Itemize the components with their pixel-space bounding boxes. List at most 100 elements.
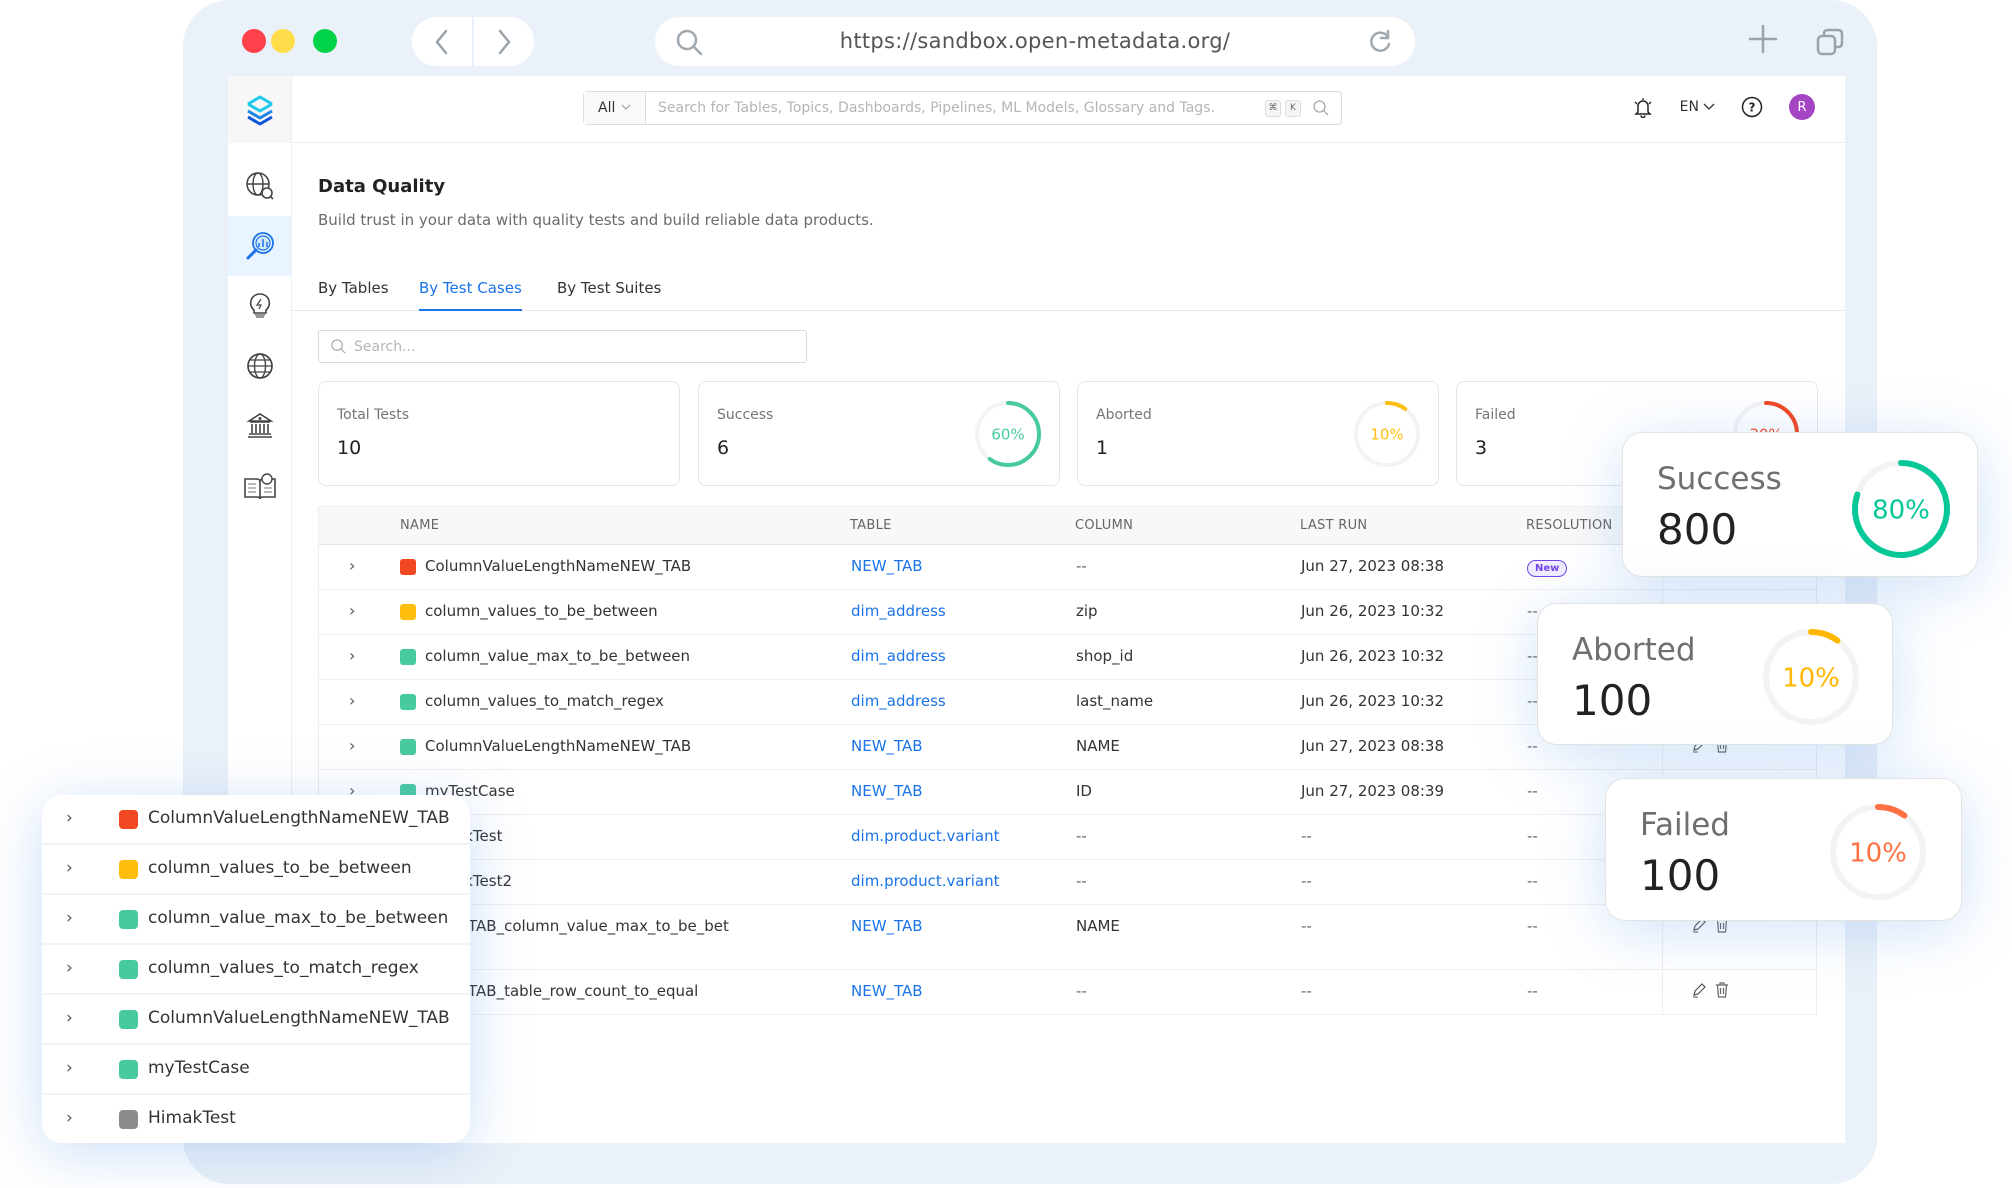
plus-icon[interactable]	[1748, 24, 1778, 54]
search-icon[interactable]	[1313, 100, 1329, 116]
expand-row-icon[interactable]: ›	[66, 908, 73, 928]
browser-nav	[412, 17, 534, 66]
table-row[interactable]: ›NEW_TAB_table_row_count_to_equalNEW_TAB…	[318, 970, 1817, 1015]
test-case-name[interactable]: ColumnValueLengthNameNEW_TAB	[425, 557, 691, 575]
table-link[interactable]: NEW_TAB	[851, 782, 923, 800]
global-search: All Search for Tables, Topics, Dashboard…	[583, 91, 1342, 125]
list-item[interactable]: › column_values_to_match_regex	[42, 945, 470, 995]
test-case-name: column_values_to_match_regex	[148, 958, 419, 978]
list-item[interactable]: › ColumnValueLengthNameNEW_TAB	[42, 795, 470, 845]
list-item[interactable]: › column_values_to_be_between	[42, 845, 470, 895]
back-button[interactable]	[412, 17, 474, 66]
shortcut-key-cmd: ⌘	[1265, 99, 1281, 117]
sidebar-item-glossary[interactable]	[228, 456, 291, 516]
table-link[interactable]: NEW_TAB	[851, 982, 923, 1000]
table-link[interactable]: dim_address	[851, 647, 946, 665]
table-link[interactable]: dim_address	[851, 692, 946, 710]
sidebar-item-governance[interactable]	[228, 396, 291, 456]
floating-progress-ring-success: 80%	[1852, 460, 1950, 558]
expand-row-icon[interactable]: ›	[349, 556, 355, 575]
table-link[interactable]: NEW_TAB	[851, 737, 923, 755]
list-item[interactable]: › ColumnValueLengthNameNEW_TAB	[42, 995, 470, 1045]
expand-row-icon[interactable]: ›	[66, 808, 73, 828]
test-case-name-text: ColumnValueLengthNameNEW_TAB	[425, 737, 692, 755]
tabs-overview-icon[interactable]	[1815, 27, 1845, 57]
test-case-name[interactable]: NEW_TAB_column_value_max_to_be_bet_t1r0	[425, 917, 729, 961]
expand-row-icon[interactable]: ›	[349, 736, 355, 755]
reload-icon[interactable]	[1367, 29, 1393, 55]
edit-icon[interactable]	[1691, 982, 1707, 998]
table-link[interactable]: NEW_TAB	[851, 557, 923, 575]
sidebar-item-domains[interactable]	[228, 336, 291, 396]
help-icon[interactable]: ?	[1741, 96, 1763, 118]
floating-card-label: Aborted	[1572, 632, 1696, 668]
test-case-name: ColumnValueLengthNameNEW_TAB	[148, 1008, 450, 1028]
list-item[interactable]: › myTestCase	[42, 1045, 470, 1095]
list-item[interactable]: › HimakTest	[42, 1095, 470, 1143]
expand-row-icon[interactable]: ›	[66, 958, 73, 978]
maximize-window-button[interactable]	[313, 29, 337, 53]
status-badge[interactable]: New	[1527, 560, 1568, 577]
header-actions: EN ? R	[1632, 94, 1815, 120]
list-item[interactable]: › column_value_max_to_be_between	[42, 895, 470, 945]
column-divider	[1662, 970, 1663, 1014]
tab-by-test-suites[interactable]: By Test Suites	[557, 279, 661, 309]
table-row[interactable]: › myTestCase NEW_TAB ID Jun 27, 2023 08:39 --	[318, 770, 1817, 815]
last-run-cell: Jun 26, 2023 10:32	[1301, 647, 1444, 665]
tab-by-tables[interactable]: By Tables	[318, 279, 389, 309]
table-link[interactable]: dim_address	[851, 602, 946, 620]
sidebar-item-explore[interactable]	[228, 156, 291, 216]
table-row[interactable]: › ColumnValueLengthNameNEW_TAB NEW_TAB -- Ju…	[318, 545, 1817, 590]
test-case-name: HimakTest	[148, 1108, 236, 1128]
app-logo[interactable]	[228, 76, 291, 143]
close-window-button[interactable]	[242, 29, 266, 53]
table-row[interactable]: ›NEW_TAB_column_value_max_to_be_bet_t1r0…	[318, 905, 1817, 970]
forward-button[interactable]	[474, 17, 534, 66]
search-scope-dropdown[interactable]: All	[584, 92, 646, 124]
table-link[interactable]: NEW_TAB	[851, 917, 923, 935]
column-header-table[interactable]: TABLE	[850, 518, 892, 533]
column-header-resolution[interactable]: RESOLUTION	[1526, 518, 1613, 533]
test-case-name[interactable]: column_value_max_to_be_between	[425, 647, 690, 665]
table-row[interactable]: ›HimakTest2dim.product.variant------	[318, 860, 1817, 905]
progress-ring-label: 80%	[1872, 495, 1930, 525]
stat-card-aborted: Aborted 1 10%	[1077, 381, 1439, 486]
expand-row-icon[interactable]: ›	[349, 601, 355, 620]
status-indicator-aborted	[400, 604, 416, 620]
table-header: NAME TABLE COLUMN LAST RUN RESOLUTION	[318, 506, 1817, 545]
expand-row-icon[interactable]: ›	[349, 691, 355, 710]
bell-icon[interactable]	[1632, 96, 1654, 118]
chevron-right-icon	[498, 29, 511, 54]
quality-magnifier-icon	[246, 232, 274, 260]
test-case-search-input[interactable]: Search...	[318, 330, 807, 363]
resolution-cell: --	[1527, 782, 1538, 800]
global-search-input[interactable]: Search for Tables, Topics, Dashboards, P…	[646, 100, 1265, 116]
user-avatar[interactable]: R	[1789, 94, 1815, 120]
last-run-cell: Jun 27, 2023 08:38	[1301, 737, 1444, 755]
table-link[interactable]: dim.product.variant	[851, 827, 1000, 845]
table-link[interactable]: dim.product.variant	[851, 872, 1000, 890]
floating-card-label: Failed	[1640, 807, 1730, 843]
stat-label: Success	[717, 407, 774, 423]
test-case-name[interactable]: column_values_to_match_regex	[425, 692, 664, 710]
stat-value: 1	[1096, 437, 1109, 459]
expand-row-icon[interactable]: ›	[349, 646, 355, 665]
test-case-name[interactable]: ColumnValueLengthNameNEW_TAB	[425, 737, 691, 755]
shortcut-key-k: K	[1285, 99, 1301, 117]
expand-row-icon[interactable]: ›	[66, 1008, 73, 1028]
column-header-name[interactable]: NAME	[400, 518, 439, 533]
sidebar-item-insights[interactable]	[228, 276, 291, 336]
expand-row-icon[interactable]: ›	[66, 1058, 73, 1078]
language-selector[interactable]: EN	[1680, 99, 1715, 115]
table-row[interactable]: ›HimakTestdim.product.variant------	[318, 815, 1817, 860]
column-header-last-run[interactable]: LAST RUN	[1300, 518, 1367, 533]
sidebar-item-data-quality[interactable]	[228, 216, 291, 276]
column-header-column[interactable]: COLUMN	[1075, 518, 1133, 533]
expand-row-icon[interactable]: ›	[66, 1108, 73, 1128]
test-case-name[interactable]: column_values_to_be_between	[425, 602, 658, 620]
delete-icon[interactable]	[1715, 982, 1729, 998]
minimize-window-button[interactable]	[271, 29, 295, 53]
expand-row-icon[interactable]: ›	[66, 858, 73, 878]
tab-by-test-cases[interactable]: By Test Cases	[419, 279, 522, 311]
address-bar[interactable]: https://sandbox.open-metadata.org/	[655, 17, 1415, 66]
